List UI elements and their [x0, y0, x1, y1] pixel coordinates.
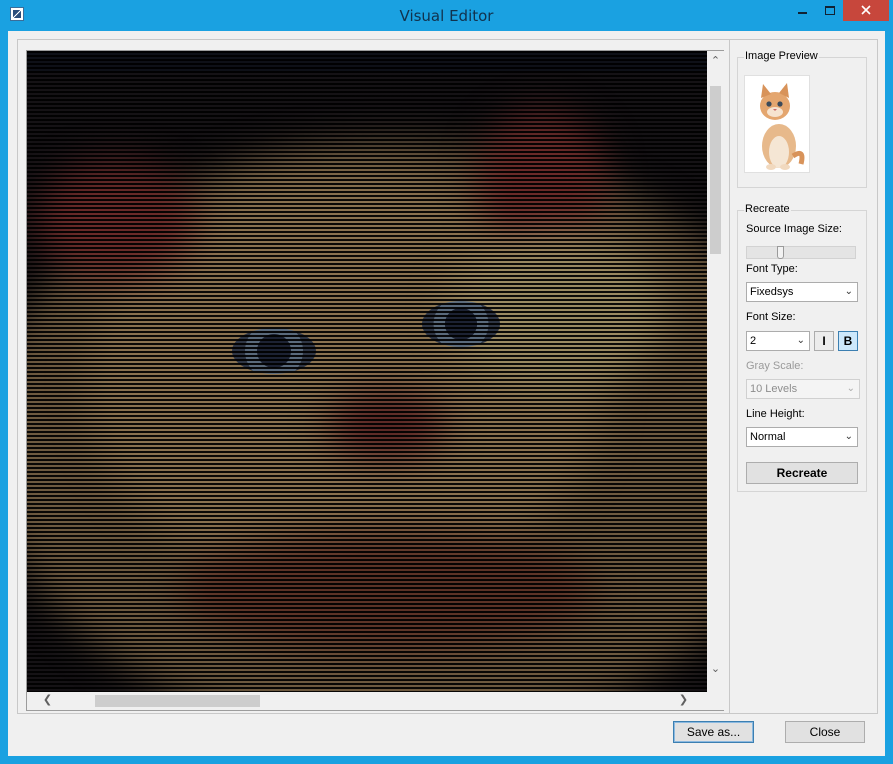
kitten-image [745, 76, 809, 172]
ascii-art-canvas[interactable] [27, 51, 707, 692]
recreate-group: Recreate Source Image Size: Font Type: F… [737, 203, 867, 492]
vertical-scroll-thumb[interactable] [710, 86, 721, 254]
scroll-right-icon[interactable]: ❯ [675, 692, 692, 709]
line-height-label: Line Height: [746, 408, 805, 420]
italic-toggle[interactable]: I [814, 331, 834, 351]
canvas-panel: ⌃ ⌄ ❮ ❯ [17, 39, 730, 714]
font-type-label: Font Type: [746, 263, 798, 275]
scroll-up-icon[interactable]: ⌃ [707, 53, 724, 70]
close-window-button[interactable] [843, 0, 889, 21]
bold-toggle[interactable]: B [838, 331, 858, 351]
scroll-left-icon[interactable]: ❮ [39, 692, 56, 709]
chevron-down-icon: ⌄ [844, 431, 853, 442]
source-size-slider-thumb[interactable] [777, 246, 784, 259]
title-bar[interactable]: Visual Editor [0, 0, 893, 31]
font-size-select[interactable]: 2 ⌄ [746, 331, 810, 351]
close-button[interactable]: Close [785, 721, 865, 743]
font-type-select[interactable]: Fixedsys ⌄ [746, 282, 858, 302]
source-size-slider[interactable] [746, 246, 856, 259]
font-size-value: 2 [750, 335, 757, 347]
image-preview-group: Image Preview [737, 50, 867, 188]
vertical-scrollbar[interactable]: ⌃ ⌄ [707, 51, 724, 692]
minimize-icon[interactable] [788, 0, 816, 21]
client-area: ⌃ ⌄ ❮ ❯ Image Preview Recreate Source Im… [8, 31, 885, 756]
gray-scale-value: 10 Levels [750, 383, 798, 395]
maximize-icon[interactable] [817, 0, 843, 21]
source-size-label: Source Image Size: [746, 223, 842, 235]
horizontal-scrollbar[interactable]: ❮ ❯ [27, 692, 707, 710]
chevron-down-icon: ⌄ [846, 383, 855, 394]
chevron-down-icon: ⌄ [844, 286, 853, 297]
image-preview-label: Image Preview [744, 50, 819, 62]
save-as-button[interactable]: Save as... [673, 721, 754, 743]
image-preview-thumbnail [744, 75, 810, 173]
scroll-down-icon[interactable]: ⌄ [707, 661, 724, 678]
line-height-select[interactable]: Normal ⌄ [746, 427, 858, 447]
recreate-button[interactable]: Recreate [746, 462, 858, 484]
chevron-down-icon: ⌄ [796, 335, 805, 346]
settings-panel: Image Preview Recreate Source Image Size… [729, 39, 878, 714]
line-height-value: Normal [750, 431, 786, 443]
recreate-group-label: Recreate [744, 203, 791, 215]
gray-scale-label: Gray Scale: [746, 360, 804, 372]
window-title: Visual Editor [399, 7, 494, 25]
close-icon [861, 5, 871, 15]
visual-editor-window: Visual Editor ⌃ ⌄ ❮ ❯ Image Preview Recr… [0, 0, 893, 764]
horizontal-scroll-thumb[interactable] [95, 695, 260, 707]
font-size-label: Font Size: [746, 311, 796, 323]
ascii-canvas-frame: ⌃ ⌄ ❮ ❯ [26, 50, 724, 711]
font-type-value: Fixedsys [750, 286, 794, 298]
gray-scale-select[interactable]: 10 Levels ⌄ [746, 379, 860, 399]
scroll-corner [707, 692, 724, 710]
